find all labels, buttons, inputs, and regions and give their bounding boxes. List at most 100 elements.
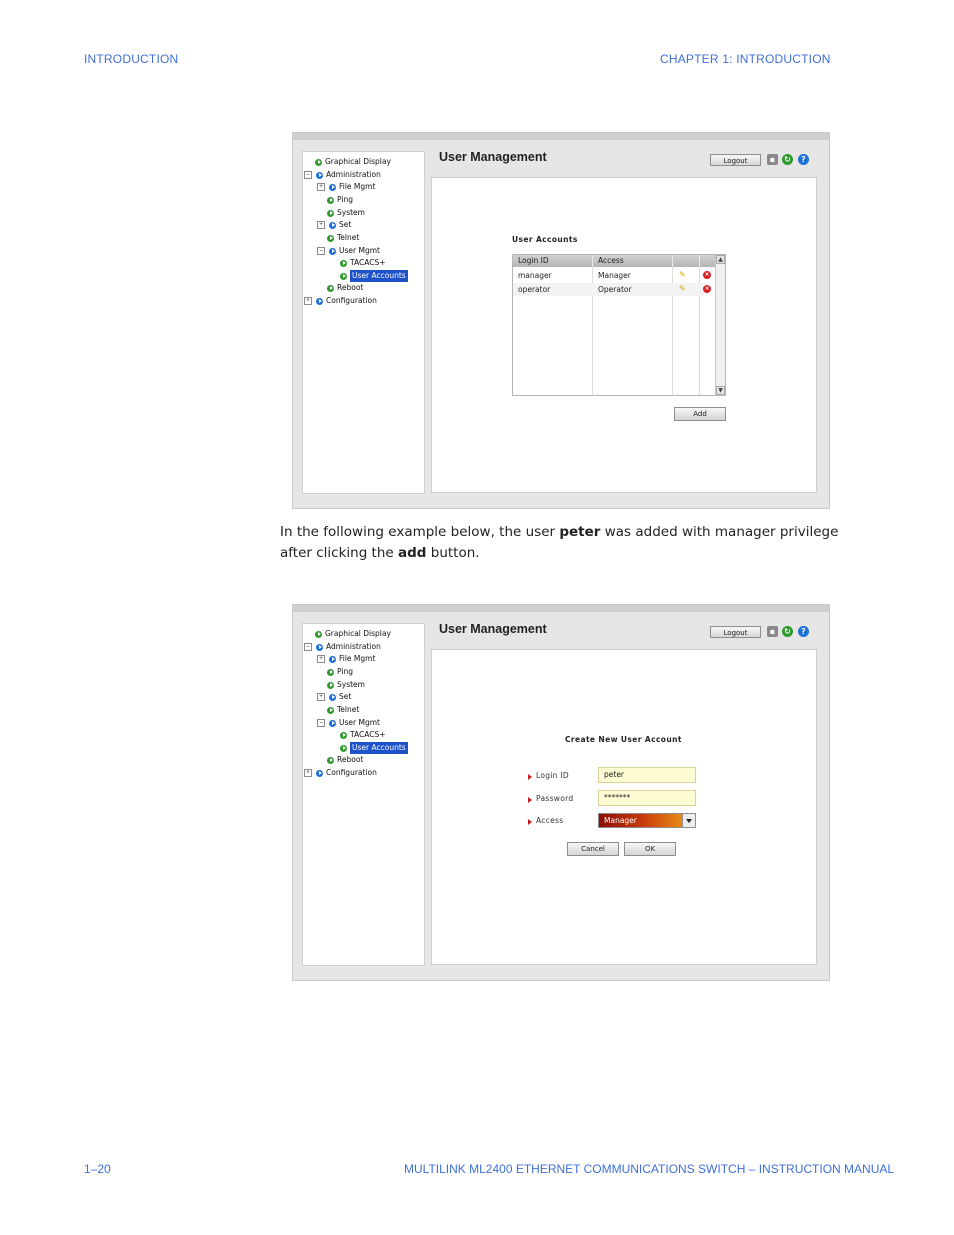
page-title: User Management	[439, 622, 547, 636]
help-icon[interactable]: ?	[798, 154, 809, 165]
edit-pencil-icon[interactable]: ✎	[679, 285, 687, 293]
expand-icon[interactable]: +	[317, 221, 325, 229]
tree-item-file-mgmt[interactable]: + File Mgmt	[317, 653, 375, 665]
green-arrow-icon	[327, 681, 334, 689]
green-arrow-icon	[315, 158, 322, 166]
running-header-right: CHAPTER 1: INTRODUCTION	[660, 52, 831, 66]
green-arrow-icon	[315, 630, 322, 638]
refresh-icon[interactable]: ↻	[782, 154, 793, 165]
blue-arrow-icon	[329, 719, 336, 727]
table-scrollbar[interactable]: ▲ ▼	[715, 255, 725, 395]
collapse-icon[interactable]: −	[317, 719, 325, 727]
scroll-up-icon[interactable]: ▲	[716, 255, 725, 264]
delete-icon[interactable]: ×	[703, 285, 711, 293]
add-button[interactable]: Add	[674, 407, 726, 421]
navigation-tree: Graphical Display − Administration + File …	[302, 151, 425, 494]
page-number: 1–20	[84, 1162, 111, 1176]
tree-item-user-mgmt[interactable]: − User Mgmt	[317, 245, 380, 257]
tree-item-tacacs[interactable]: TACACS+	[340, 729, 386, 741]
access-cell: Manager	[598, 271, 631, 280]
password-label: Password	[527, 794, 574, 803]
tree-item-file-mgmt[interactable]: + File Mgmt	[317, 181, 375, 193]
logout-button[interactable]: Logout	[710, 626, 761, 638]
save-icon[interactable]: ▪	[767, 626, 778, 637]
save-icon[interactable]: ▪	[767, 154, 778, 165]
scroll-down-icon[interactable]: ▼	[716, 386, 725, 395]
screenshot-create-account: Graphical Display − Administration + File …	[292, 604, 830, 981]
tree-item-user-accounts[interactable]: User Accounts	[340, 270, 408, 282]
login-id-cell: manager	[518, 271, 552, 280]
expand-icon[interactable]: +	[317, 655, 325, 663]
tree-item-reboot[interactable]: Reboot	[327, 282, 363, 294]
cancel-button[interactable]: Cancel	[567, 842, 619, 856]
green-arrow-icon	[327, 284, 334, 292]
delete-icon[interactable]: ×	[703, 271, 711, 279]
refresh-icon[interactable]: ↻	[782, 626, 793, 637]
body-paragraph: In the following example below, the user…	[280, 524, 839, 561]
tree-item-user-mgmt[interactable]: − User Mgmt	[317, 717, 380, 729]
help-icon[interactable]: ?	[798, 626, 809, 637]
tree-item-configuration[interactable]: + Configuration	[304, 767, 377, 779]
collapse-icon[interactable]: −	[317, 247, 325, 255]
blue-arrow-icon	[316, 643, 323, 651]
tree-item-telnet[interactable]: Telnet	[327, 232, 359, 244]
screenshot-user-accounts: Graphical Display − Administration + File …	[292, 132, 830, 509]
column-header-access[interactable]: Access	[593, 255, 673, 267]
tree-item-set[interactable]: + Set	[317, 219, 351, 231]
blue-arrow-icon	[329, 183, 336, 191]
tree-item-reboot[interactable]: Reboot	[327, 754, 363, 766]
expand-icon[interactable]: +	[304, 297, 312, 305]
tree-item-administration[interactable]: − Administration	[304, 641, 381, 653]
green-arrow-icon	[340, 744, 347, 752]
create-account-heading: Create New User Account	[565, 735, 682, 744]
green-arrow-icon	[327, 706, 334, 714]
green-arrow-icon	[327, 234, 334, 242]
green-arrow-icon	[327, 668, 334, 676]
tree-item-user-accounts[interactable]: User Accounts	[340, 742, 408, 754]
navigation-tree: Graphical Display − Administration + File …	[302, 623, 425, 966]
collapse-icon[interactable]: −	[304, 643, 312, 651]
tree-item-telnet[interactable]: Telnet	[327, 704, 359, 716]
expand-icon[interactable]: +	[317, 693, 325, 701]
blue-arrow-icon	[329, 655, 336, 663]
tree-item-graphical-display[interactable]: Graphical Display	[315, 628, 391, 640]
tree-item-system[interactable]: System	[327, 679, 365, 691]
window-top-bar	[293, 605, 829, 612]
logout-button[interactable]: Logout	[710, 154, 761, 166]
green-arrow-icon	[327, 209, 334, 217]
column-header-edit	[673, 255, 700, 267]
blue-arrow-icon	[329, 247, 336, 255]
blue-arrow-icon	[316, 769, 323, 777]
green-arrow-icon	[340, 272, 347, 280]
password-input[interactable]: *******	[598, 790, 696, 806]
user-accounts-heading: User Accounts	[512, 235, 578, 244]
access-label: Access	[527, 816, 564, 825]
tree-item-ping[interactable]: Ping	[327, 194, 353, 206]
user-accounts-table: Login ID Access manager Manager ✎ × oper…	[512, 254, 726, 396]
access-select[interactable]: Manager	[598, 813, 696, 828]
tree-item-set[interactable]: + Set	[317, 691, 351, 703]
tree-item-ping[interactable]: Ping	[327, 666, 353, 678]
green-arrow-icon	[327, 196, 334, 204]
tree-item-graphical-display[interactable]: Graphical Display	[315, 156, 391, 168]
edit-pencil-icon[interactable]: ✎	[679, 271, 687, 279]
collapse-icon[interactable]: −	[304, 171, 312, 179]
login-id-input[interactable]: peter	[598, 767, 696, 783]
column-header-login-id[interactable]: Login ID	[513, 255, 593, 267]
green-arrow-icon	[327, 756, 334, 764]
content-panel: User Accounts Login ID Access manager Ma…	[431, 177, 817, 493]
tree-item-configuration[interactable]: + Configuration	[304, 295, 377, 307]
tree-item-tacacs[interactable]: TACACS+	[340, 257, 386, 269]
blue-arrow-icon	[316, 297, 323, 305]
chevron-down-icon[interactable]	[682, 814, 695, 827]
tree-item-system[interactable]: System	[327, 207, 365, 219]
tree-item-administration[interactable]: − Administration	[304, 169, 381, 181]
expand-icon[interactable]: +	[304, 769, 312, 777]
window-top-bar	[293, 133, 829, 140]
expand-icon[interactable]: +	[317, 183, 325, 191]
access-cell: Operator	[598, 285, 632, 294]
blue-arrow-icon	[316, 171, 323, 179]
blue-arrow-icon	[329, 221, 336, 229]
green-arrow-icon	[340, 259, 347, 267]
ok-button[interactable]: OK	[624, 842, 676, 856]
